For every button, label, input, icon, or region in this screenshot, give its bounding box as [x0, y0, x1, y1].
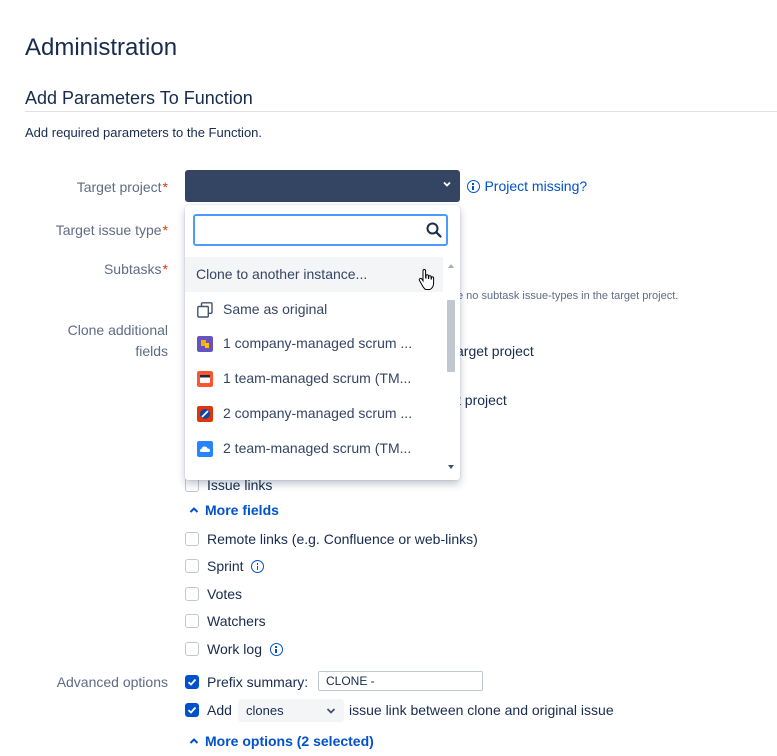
more-options-toggle[interactable]: More options (2 selected) — [189, 733, 374, 749]
required-marker: * — [162, 179, 168, 195]
target-project-select[interactable] — [185, 170, 460, 202]
dropdown-search-field[interactable] — [193, 214, 448, 246]
project-dropdown-menu[interactable]: Clone to another instance... Same as ori… — [185, 205, 460, 480]
option-label: Same as original — [223, 301, 328, 317]
work-log-checkbox[interactable] — [185, 642, 199, 656]
target-project-label-text: Target project — [76, 179, 162, 195]
section-title: Add Parameters To Function — [25, 88, 253, 108]
search-icon — [426, 222, 442, 238]
prefix-summary-input[interactable]: CLONE - — [318, 671, 483, 691]
subtasks-label: Subtasks* — [104, 259, 168, 279]
info-icon[interactable] — [269, 643, 283, 656]
dropdown-option-clone-instance[interactable]: Clone to another instance... — [185, 257, 443, 292]
add-label: Add — [207, 702, 232, 718]
dropdown-option-same-as-original[interactable]: Same as original — [185, 292, 443, 327]
check-icon — [187, 678, 196, 686]
project-missing-text[interactable]: Project missing? — [484, 178, 587, 194]
chevron-down-icon — [326, 708, 336, 714]
hand-cursor-icon — [418, 268, 435, 290]
option-label: 1 company-managed scrum ... — [223, 335, 413, 351]
scroll-down-arrow-icon[interactable] — [447, 464, 455, 470]
dropdown-option-project-2-tm[interactable]: 2 team-managed scrum (TM... — [185, 431, 443, 466]
info-icon — [467, 180, 480, 193]
project-missing-link[interactable]: Project missing? — [467, 178, 587, 196]
project-avatar-icon — [197, 441, 213, 457]
target-issue-type-label: Target issue type* — [56, 220, 168, 240]
dropdown-search-input[interactable] — [201, 216, 425, 244]
add-issue-link-checkbox[interactable] — [185, 703, 199, 717]
option-label: 2 company-managed scrum ... — [223, 405, 413, 421]
work-log-label: Work log — [207, 640, 283, 658]
dropdown-option-project-2-cm[interactable]: 2 company-managed scrum ... — [185, 396, 443, 431]
dropdown-scrollbar-thumb[interactable] — [447, 300, 455, 372]
scroll-up-arrow-icon[interactable] — [447, 263, 455, 269]
issue-links-checkbox[interactable] — [185, 478, 199, 492]
target-issue-type-label-text: Target issue type — [55, 222, 162, 238]
issue-link-description: issue link between clone and original is… — [349, 702, 614, 718]
option-label: 1 team-managed scrum (TM... — [223, 370, 412, 386]
required-marker: * — [162, 261, 168, 277]
clone-option-text-1: arget project — [456, 343, 534, 359]
copy-icon — [197, 302, 213, 318]
advanced-options-label: Advanced options — [56, 674, 168, 690]
sprint-text: Sprint — [207, 558, 244, 574]
link-type-select[interactable]: clones — [238, 699, 344, 722]
dropdown-option-project-1-cm[interactable]: 1 company-managed scrum ... — [185, 326, 443, 361]
remote-links-checkbox[interactable] — [185, 532, 199, 546]
link-type-value: clones — [246, 703, 284, 718]
more-options-text[interactable]: More options (2 selected) — [205, 733, 374, 749]
option-label: 2 team-managed scrum (TM... — [223, 440, 412, 456]
clone-additional-fields-label: Clone additional fields — [68, 320, 168, 362]
more-fields-toggle[interactable]: More fields — [189, 502, 279, 518]
dropdown-option-project-1-tm[interactable]: 1 team-managed scrum (TM... — [185, 361, 443, 396]
section-description: Add required parameters to the Function. — [25, 125, 263, 140]
clone-option-text-2: t project — [457, 392, 507, 408]
project-avatar-icon — [197, 336, 213, 352]
watchers-checkbox[interactable] — [185, 614, 199, 628]
info-icon[interactable] — [251, 560, 265, 573]
chevron-down-icon — [443, 181, 451, 187]
check-icon — [187, 706, 196, 714]
divider — [25, 111, 777, 112]
subtasks-label-text: Subtasks — [103, 261, 162, 277]
sprint-label: Sprint — [207, 557, 265, 575]
more-fields-text[interactable]: More fields — [205, 502, 279, 518]
subtasks-note: e no subtask issue-types in the target p… — [457, 290, 679, 302]
prefix-summary-label: Prefix summary: — [207, 674, 309, 690]
remote-links-label: Remote links (e.g. Confluence or web-lin… — [207, 531, 478, 547]
clone-additional-line2: fields — [135, 343, 168, 359]
sprint-checkbox[interactable] — [185, 559, 199, 573]
chevron-up-icon — [189, 738, 199, 744]
votes-checkbox[interactable] — [185, 587, 199, 601]
chevron-up-icon — [189, 507, 199, 513]
watchers-label: Watchers — [207, 613, 266, 629]
clone-additional-line1: Clone additional — [67, 322, 168, 338]
required-marker: * — [162, 222, 168, 238]
votes-label: Votes — [207, 586, 243, 602]
prefix-summary-checkbox[interactable] — [185, 675, 199, 689]
target-project-label: Target project* — [77, 177, 168, 197]
project-avatar-icon — [197, 406, 213, 422]
work-log-text: Work log — [207, 641, 262, 657]
page-title: Administration — [25, 34, 178, 61]
project-avatar-icon — [197, 371, 213, 387]
option-label: Clone to another instance... — [196, 266, 368, 282]
